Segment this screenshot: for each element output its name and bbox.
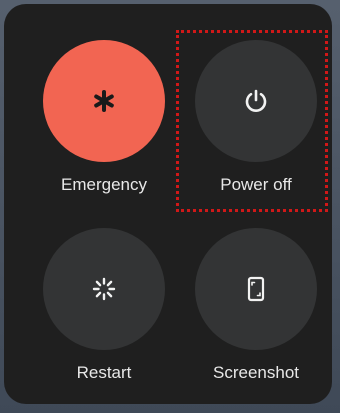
emergency-button[interactable] — [43, 40, 165, 162]
screenshot-tile: Screenshot — [186, 228, 326, 404]
restart-label: Restart — [76, 363, 132, 382]
power-off-label: Power off — [220, 175, 292, 194]
power-off-button[interactable] — [195, 40, 317, 162]
screenshot-label: Screenshot — [213, 363, 299, 382]
restart-tile: Restart — [34, 228, 174, 404]
asterisk-icon — [93, 90, 115, 112]
power-menu-panel: Emergency Power off Restart Screenshot — [4, 4, 332, 404]
screenshot-icon — [244, 276, 268, 302]
emergency-label: Emergency — [61, 175, 147, 194]
power-off-tile: Power off — [186, 40, 326, 220]
power-icon — [243, 88, 269, 114]
emergency-tile: Emergency — [34, 40, 174, 220]
screenshot-button[interactable] — [195, 228, 317, 350]
restart-button[interactable] — [43, 228, 165, 350]
restart-icon — [91, 276, 117, 302]
